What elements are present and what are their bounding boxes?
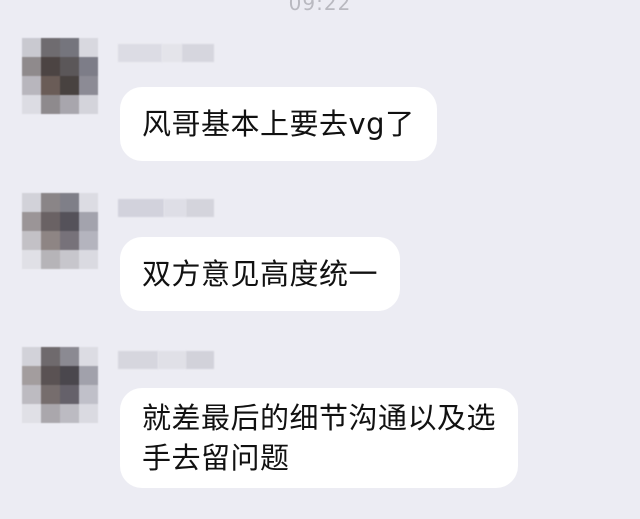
- message-text-line: 手去留问题: [142, 441, 290, 475]
- message-bubble[interactable]: 就差最后的细节沟通以及选 手去留问题: [120, 388, 519, 488]
- message-bubble[interactable]: 风哥基本上要去vg了: [120, 87, 437, 161]
- message-bubble[interactable]: 双方意见高度统一: [120, 237, 401, 311]
- sender-name: [118, 351, 214, 369]
- chat-screen: { "status_bar": { "time": "09:22" }, "me…: [0, 0, 640, 519]
- sender-avatar[interactable]: [22, 38, 98, 114]
- sender-avatar[interactable]: [22, 193, 98, 269]
- message-text: 双方意见高度统一: [142, 257, 379, 291]
- message-text: 风哥基本上要去vg了: [142, 107, 415, 141]
- sender-name: [118, 44, 214, 62]
- sender-avatar[interactable]: [22, 347, 98, 423]
- message-text-line: 就差最后的细节沟通以及选: [142, 401, 497, 435]
- sender-name: [118, 199, 214, 217]
- timestamp: 09:22: [288, 0, 352, 15]
